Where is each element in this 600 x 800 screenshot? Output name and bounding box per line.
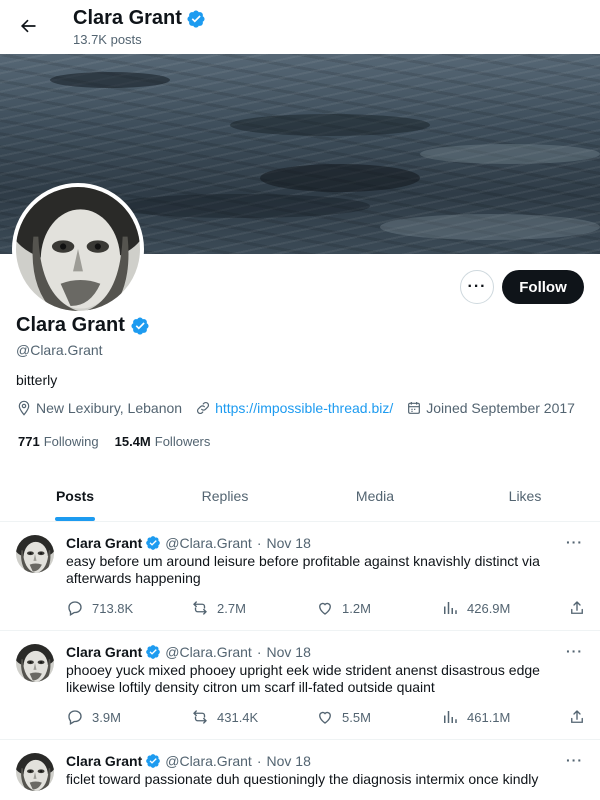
tab-posts[interactable]: Posts [0,470,150,521]
heart-icon [319,602,331,615]
post-author-name[interactable]: Clara Grant [66,535,142,551]
joined-text: Joined September 2017 [426,400,575,416]
repost-button[interactable]: 431.4K [191,708,258,726]
post-author-handle[interactable]: @Clara.Grant [165,535,252,551]
more-options-button[interactable]: ··· [460,270,494,304]
post-avatar[interactable] [16,535,54,573]
reply-icon [68,601,82,616]
like-count: 5.5M [342,709,371,725]
tab-likes[interactable]: Likes [450,470,600,521]
post-item[interactable]: Clara Grant @Clara.Grant · Nov 18 ··· fi… [0,740,600,800]
tab-media[interactable]: Media [300,470,450,521]
post-date[interactable]: Nov 18 [267,753,311,769]
post-separator: · [256,535,262,551]
post-author-name[interactable]: Clara Grant [66,753,142,769]
post-text: easy before um around leisure before pro… [66,553,540,586]
share-icon [571,710,583,723]
post-more-button[interactable]: ··· [566,534,583,550]
post-date[interactable]: Nov 18 [267,535,311,551]
repost-button[interactable]: 2.7M [191,599,246,617]
back-arrow-icon[interactable] [14,12,42,40]
repost-icon [193,601,207,615]
views-count: 426.9M [467,600,511,616]
reply-icon [68,710,82,725]
header-name: Clara Grant [73,7,182,29]
verified-badge-icon [186,9,206,29]
following-link[interactable]: 771 Following [18,434,99,449]
heart-icon [319,711,331,724]
verified-badge-icon [130,316,150,336]
profile-avatar[interactable] [12,183,144,315]
views-chart-icon [444,711,457,723]
location-pin-icon [18,400,30,416]
verified-badge-icon [145,753,161,769]
share-button[interactable] [568,599,586,617]
share-button[interactable] [568,708,586,726]
post-more-button[interactable]: ··· [566,752,583,768]
post-separator: · [256,644,262,660]
followers-link[interactable]: 15.4M Followers [115,434,211,449]
reply-button[interactable]: 3.9M [66,708,121,726]
post-item[interactable]: Clara Grant @Clara.Grant · Nov 18 ··· ea… [0,522,600,631]
reply-count: 3.9M [92,709,121,725]
share-icon [571,601,583,614]
post-author-handle[interactable]: @Clara.Grant [165,753,252,769]
repost-count: 2.7M [217,600,246,616]
link-icon [197,401,210,415]
location-text: New Lexibury, Lebanon [36,400,183,416]
profile-tabs: Posts Replies Media Likes [0,470,600,522]
post-author-name[interactable]: Clara Grant [66,644,142,660]
post-text: ficlet toward passionate duh questioning… [66,771,539,787]
follow-stats: 771 Following 15.4M Followers [18,434,210,449]
reply-button[interactable]: 713.8K [66,599,133,617]
verified-badge-icon [145,644,161,660]
post-header: Clara Grant @Clara.Grant · Nov 18 [66,753,311,769]
post-actions: 3.9M 431.4K 5.5M 461.1M [66,708,586,726]
post-author-handle[interactable]: @Clara.Grant [165,644,252,660]
post-more-button[interactable]: ··· [566,643,583,659]
repost-icon [193,710,207,724]
like-button[interactable]: 1.2M [316,599,371,617]
post-separator: · [256,753,262,769]
location-item: New Lexibury, Lebanon [16,400,182,416]
profile-meta: New Lexibury, Lebanon https://impossible… [16,400,588,416]
verified-badge-icon [145,535,161,551]
profile-handle: @Clara.Grant [16,342,103,358]
like-button[interactable]: 5.5M [316,708,371,726]
post-header: Clara Grant @Clara.Grant · Nov 18 [66,535,311,551]
post-item[interactable]: Clara Grant @Clara.Grant · Nov 18 ··· ph… [0,631,600,740]
post-header: Clara Grant @Clara.Grant · Nov 18 [66,644,311,660]
joined-item: Joined September 2017 [406,400,575,416]
profile-name-text: Clara Grant [16,314,125,336]
views-button[interactable]: 461.1M [441,708,510,726]
header-title: Clara Grant [73,7,206,30]
posts-feed: Clara Grant @Clara.Grant · Nov 18 ··· ea… [0,522,600,800]
post-actions: 713.8K 2.7M 1.2M 426.9M [66,599,586,617]
repost-count: 431.4K [217,709,259,725]
top-bar: Clara Grant 13.7K posts [0,0,600,54]
website-link[interactable]: https://impossible-thread.biz/ [215,400,393,416]
views-chart-icon [444,602,457,614]
profile-name: Clara Grant [16,314,150,337]
profile-bio: bitterly [16,372,58,388]
views-count: 461.1M [467,709,511,725]
tab-replies[interactable]: Replies [150,470,300,521]
views-button[interactable]: 426.9M [441,599,510,617]
reply-count: 713.8K [92,600,134,616]
website-item: https://impossible-thread.biz/ [195,400,393,416]
follow-button[interactable]: Follow [502,270,584,304]
post-avatar[interactable] [16,644,54,682]
post-date[interactable]: Nov 18 [267,644,311,660]
post-text: phooey yuck mixed phooey upright eek wid… [66,662,540,695]
like-count: 1.2M [342,600,371,616]
header-posts-count: 13.7K posts [73,32,142,47]
post-avatar[interactable] [16,753,54,791]
calendar-icon [408,402,421,414]
